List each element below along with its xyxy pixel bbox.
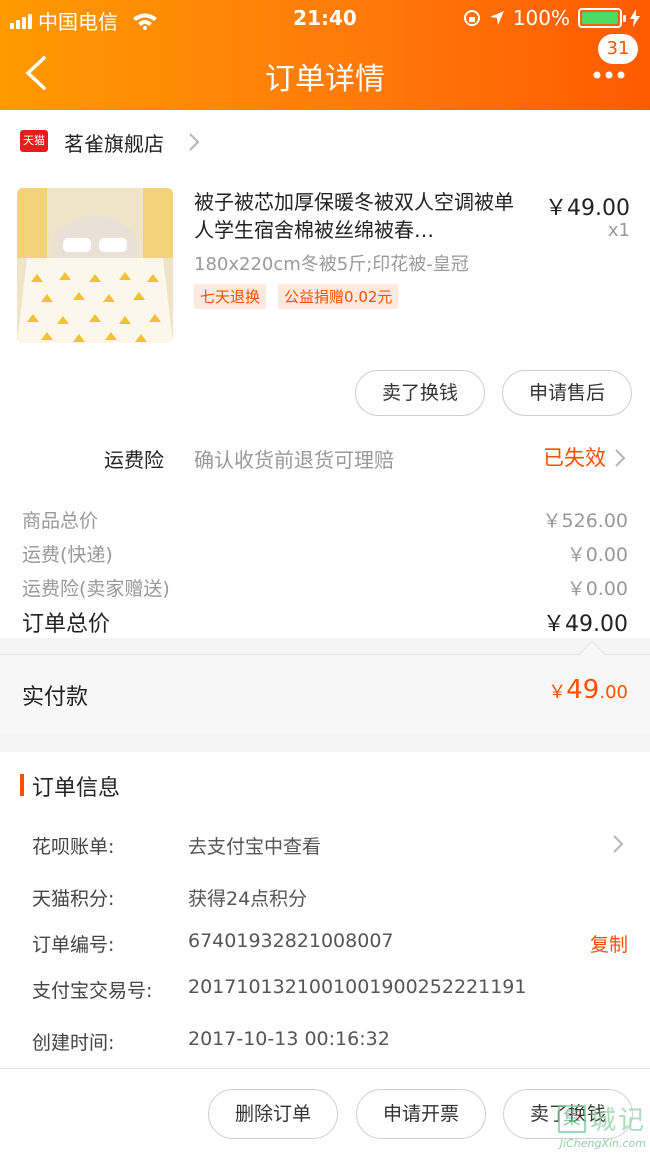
- chevron-right-icon: [613, 835, 624, 853]
- watermark: 集 城记 JiChengXin.com: [557, 1100, 646, 1150]
- paid-decimal: .00: [599, 682, 628, 703]
- order-info-section: 订单信息 花呗账单: 去支付宝中查看 天猫积分: 获得24点积分 订单编号: 6…: [0, 752, 650, 1068]
- product-price: ￥49.00: [545, 196, 630, 221]
- status-right: 100%: [463, 6, 640, 30]
- store-name[interactable]: 茗雀旗舰店: [64, 128, 164, 157]
- info-value: 去支付宝中查看: [188, 836, 322, 858]
- order-total-row: 订单总价 ￥49.00: [22, 606, 628, 638]
- chevron-right-icon: [615, 449, 626, 467]
- order-total-label: 订单总价: [22, 612, 111, 637]
- delete-order-button[interactable]: 删除订单: [208, 1089, 338, 1139]
- info-key: 订单编号:: [32, 934, 115, 956]
- copy-button[interactable]: 复制: [590, 930, 628, 957]
- fee-value: ￥526.00: [542, 510, 628, 532]
- battery-percent: 100%: [512, 6, 570, 30]
- product-tags: 七天退换 公益捐赠0.02元: [194, 284, 399, 309]
- after-sale-button[interactable]: 申请售后: [502, 370, 632, 416]
- section-accent-bar: [20, 774, 24, 796]
- sell-button[interactable]: 卖了换钱: [355, 370, 485, 416]
- bottom-action-bar: 删除订单 申请开票 卖了换钱 集 城记 JiChengXin.com: [0, 1068, 650, 1156]
- product-spec: 180x220cm冬被5斤;印花被-皇冠: [194, 254, 469, 275]
- pointer-arrow: [577, 640, 607, 670]
- info-key: 天猫积分:: [32, 888, 115, 910]
- fee-label: 商品总价: [22, 510, 99, 532]
- paid-amount-row: 实付款 ￥49.00: [0, 640, 650, 734]
- info-value: 获得24点积分: [188, 888, 308, 910]
- fee-row-shipping: 运费(快递) ￥0.00: [22, 540, 628, 567]
- info-key: 花呗账单:: [32, 836, 115, 858]
- product-quantity: x1: [607, 220, 630, 241]
- paid-currency: ￥: [548, 682, 567, 703]
- watermark-box: 集: [557, 1104, 586, 1133]
- order-info-title: 订单信息: [32, 776, 121, 801]
- product-title[interactable]: 被子被芯加厚保暖冬被双人空调被单人学生宿舍棉被丝绵被春…: [194, 188, 524, 244]
- info-key: 创建时间:: [32, 1032, 115, 1054]
- info-value: 2017-10-13 00:16:32: [188, 1028, 390, 1050]
- info-value: 2017101321001001900252221191: [188, 976, 527, 998]
- store-row[interactable]: 天猫 茗雀旗舰店: [0, 110, 650, 170]
- paid-label: 实付款: [22, 685, 89, 710]
- page-title: 订单详情: [265, 62, 385, 97]
- paid-integer: 49: [566, 675, 600, 705]
- message-badge[interactable]: 31: [598, 34, 638, 64]
- invoice-button[interactable]: 申请开票: [356, 1089, 486, 1139]
- info-key: 支付宝交易号:: [32, 980, 153, 1002]
- insurance-label: 运费险: [104, 448, 164, 472]
- product-image[interactable]: [17, 188, 173, 343]
- location-icon: [489, 11, 504, 25]
- fee-row-insurance: 运费险(卖家赠送) ￥0.00: [22, 574, 628, 601]
- more-icon[interactable]: [592, 62, 626, 88]
- status-bar: 中国电信 21:40 100%: [0, 0, 650, 36]
- paid-amount: ￥49.00: [548, 675, 628, 705]
- charging-icon: [630, 9, 640, 27]
- fee-value: ￥0.00: [566, 544, 628, 566]
- fee-label: 运费险(卖家赠送): [22, 578, 170, 600]
- battery-icon: [578, 8, 626, 28]
- info-value: 67401932821008007: [188, 930, 394, 952]
- product-section: 被子被芯加厚保暖冬被双人空调被单人学生宿舍棉被丝绵被春… ￥49.00 x1 1…: [0, 170, 650, 638]
- fee-label: 运费(快递): [22, 544, 113, 566]
- fee-value: ￥0.00: [566, 578, 628, 600]
- watermark-url: JiChengXin.com: [559, 1137, 646, 1150]
- rotation-lock-icon: [463, 10, 480, 26]
- tag-charity: 公益捐赠0.02元: [278, 284, 399, 309]
- chevron-right-icon: [189, 133, 200, 151]
- tag-return: 七天退换: [194, 284, 267, 309]
- watermark-text: 城记: [589, 1106, 646, 1136]
- app-header: 中国电信 21:40 100% 订单详情 31: [0, 0, 650, 110]
- order-total-value: ￥49.00: [543, 612, 628, 637]
- insurance-status[interactable]: 已失效: [543, 442, 606, 472]
- tmall-logo: 天猫: [20, 130, 48, 152]
- fee-row-goods: 商品总价 ￥526.00: [22, 506, 628, 533]
- insurance-desc: 确认收货前退货可理赔: [194, 448, 394, 472]
